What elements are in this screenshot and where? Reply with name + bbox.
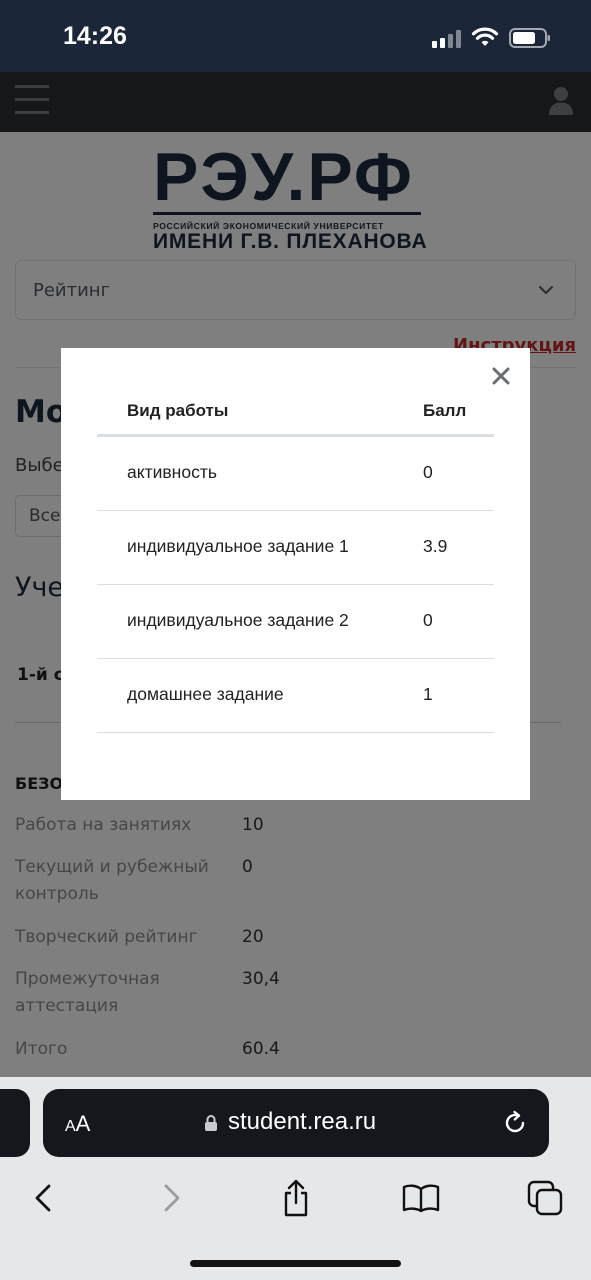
score-cell: 0 <box>423 462 433 482</box>
signal-icon <box>432 30 462 48</box>
address-bar[interactable]: AA student.rea.ru <box>43 1089 549 1157</box>
browser-toolbar: AA student.rea.ru <box>0 1077 591 1280</box>
table-row: индивидуальное задание 1 3.9 <box>97 511 494 585</box>
close-icon[interactable] <box>491 366 511 386</box>
forward-button[interactable] <box>147 1173 197 1223</box>
bookmarks-button[interactable] <box>396 1173 446 1223</box>
work-type-cell: индивидуальное задание 2 <box>127 610 349 630</box>
home-indicator <box>190 1260 401 1267</box>
previous-tab-preview[interactable] <box>0 1089 30 1157</box>
column-header-type: Вид работы <box>127 401 229 420</box>
score-details-table: Вид работы Балл активность 0 индивидуаль… <box>97 388 494 733</box>
tabs-button[interactable] <box>520 1173 570 1223</box>
table-row: домашнее задание 1 <box>97 659 494 733</box>
work-type-cell: индивидуальное задание 1 <box>127 536 349 556</box>
share-icon <box>284 1179 308 1217</box>
status-bar: 14:26 <box>0 0 591 72</box>
score-cell: 3.9 <box>423 536 448 556</box>
status-time: 14:26 <box>63 22 127 50</box>
bookmarks-icon <box>402 1184 440 1213</box>
score-cell: 0 <box>423 610 433 630</box>
browser-nav-row <box>0 1173 591 1223</box>
table-header: Вид работы Балл <box>97 388 494 437</box>
share-button[interactable] <box>271 1173 321 1223</box>
battery-icon <box>509 28 550 48</box>
text-size-button[interactable]: AA <box>65 1111 90 1137</box>
lock-icon <box>205 1115 217 1131</box>
forward-icon <box>164 1184 180 1212</box>
reload-icon[interactable] <box>502 1110 528 1136</box>
table-row: активность 0 <box>97 437 494 511</box>
work-type-cell: активность <box>127 462 217 482</box>
tabs-icon <box>527 1180 563 1216</box>
table-row: индивидуальное задание 2 0 <box>97 585 494 659</box>
url-text: student.rea.ru <box>228 1108 377 1135</box>
column-header-score: Балл <box>423 401 467 420</box>
wifi-icon <box>471 27 499 46</box>
back-button[interactable] <box>18 1173 68 1223</box>
score-details-modal: Вид работы Балл активность 0 индивидуаль… <box>61 348 530 800</box>
score-cell: 1 <box>423 684 433 704</box>
back-icon <box>35 1184 51 1212</box>
work-type-cell: домашнее задание <box>127 684 284 704</box>
